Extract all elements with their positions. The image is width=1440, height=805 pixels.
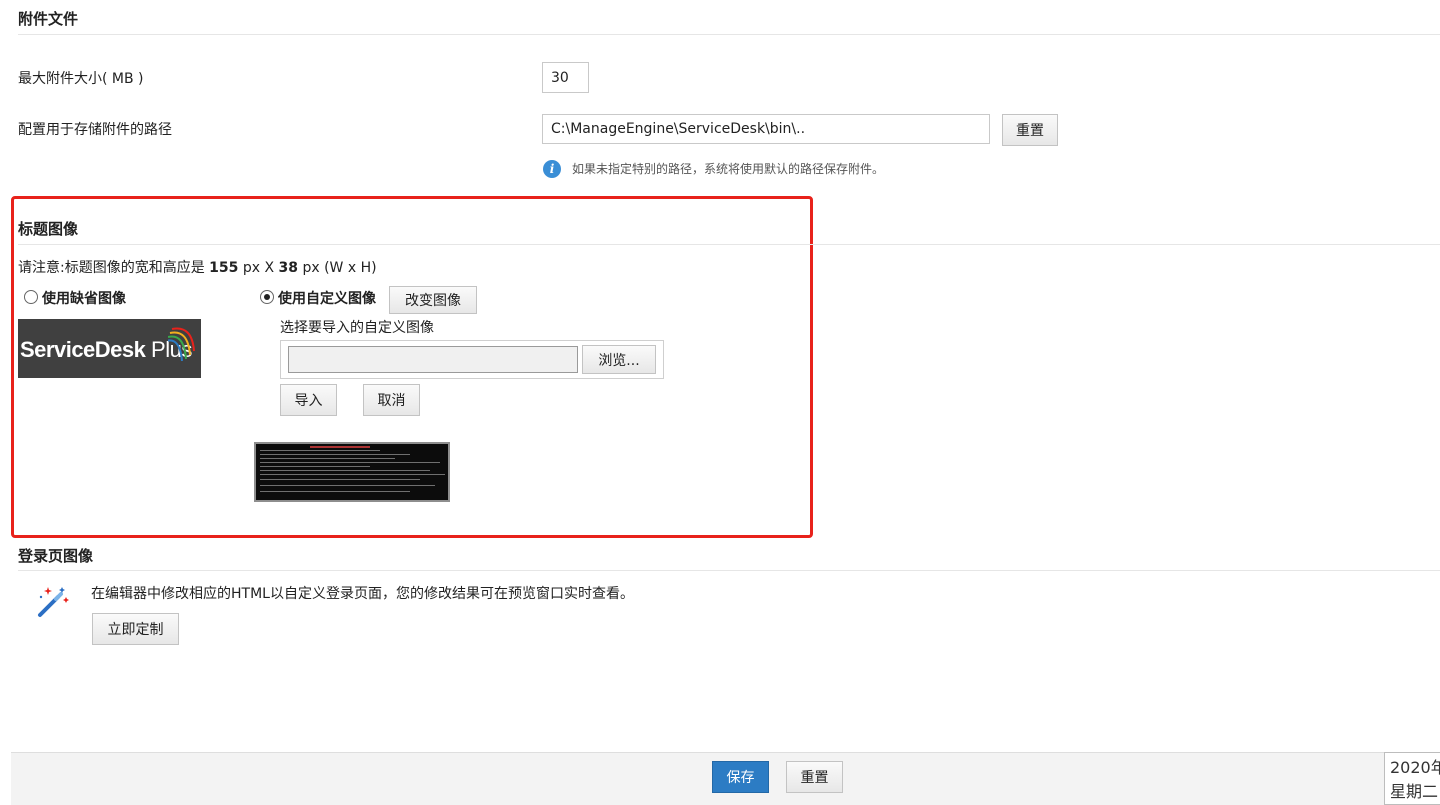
section-divider bbox=[18, 570, 1440, 571]
default-image-radio[interactable] bbox=[24, 290, 38, 304]
max-attachment-size-input[interactable] bbox=[542, 62, 589, 93]
preview-line bbox=[260, 466, 370, 467]
date-line-2: 星期二 bbox=[1390, 782, 1439, 801]
preview-line bbox=[260, 479, 420, 480]
attachments-section-title: 附件文件 bbox=[18, 10, 79, 28]
note-prefix: 请注意:标题图像的宽和高应是 bbox=[18, 260, 205, 276]
header-image-size-note: 请注意:标题图像的宽和高应是 155 px X 38 px (W x H) bbox=[18, 257, 377, 277]
logo-arc-icon bbox=[168, 327, 195, 361]
header-image-section-title: 标题图像 bbox=[18, 220, 79, 238]
section-divider bbox=[18, 244, 1440, 245]
attachment-path-label: 配置用于存储附件的路径 bbox=[18, 122, 172, 138]
note-px-x: px X bbox=[242, 260, 275, 276]
info-icon: i bbox=[543, 160, 561, 178]
save-button[interactable]: 保存 bbox=[712, 761, 769, 793]
reset-path-button[interactable]: 重置 bbox=[1002, 114, 1058, 146]
change-image-button[interactable]: 改变图像 bbox=[389, 286, 477, 314]
preview-line bbox=[260, 458, 395, 459]
reset-button[interactable]: 重置 bbox=[786, 761, 843, 793]
date-widget: 2020年 星期二 bbox=[1384, 752, 1440, 805]
customize-now-button[interactable]: 立即定制 bbox=[92, 613, 179, 645]
date-line-1: 2020年 bbox=[1390, 758, 1440, 777]
import-button[interactable]: 导入 bbox=[280, 384, 337, 416]
note-suffix: px (W x H) bbox=[302, 260, 377, 276]
default-logo-image: ServiceDesk Plus bbox=[18, 319, 201, 378]
magic-wand-icon bbox=[38, 587, 69, 617]
note-width: 155 bbox=[209, 260, 239, 276]
cancel-button[interactable]: 取消 bbox=[363, 384, 420, 416]
preview-line bbox=[260, 474, 445, 475]
custom-image-radio[interactable] bbox=[260, 290, 274, 304]
section-divider bbox=[18, 34, 1440, 35]
attachment-path-input[interactable] bbox=[542, 114, 990, 144]
max-attachment-size-label: 最大附件大小( MB ) bbox=[18, 71, 144, 87]
preview-line bbox=[260, 450, 380, 451]
attachment-path-hint: 如果未指定特别的路径，系统将使用默认的路径保存附件。 bbox=[572, 162, 885, 176]
default-image-label[interactable]: 使用缺省图像 bbox=[42, 288, 126, 308]
custom-image-preview bbox=[254, 442, 450, 502]
browse-button[interactable]: 浏览... bbox=[582, 345, 656, 374]
select-custom-image-label: 选择要导入的自定义图像 bbox=[280, 320, 434, 336]
file-path-field[interactable] bbox=[288, 346, 578, 373]
preview-line bbox=[260, 491, 410, 492]
preview-line bbox=[310, 446, 370, 448]
file-upload-box: 浏览... bbox=[280, 340, 664, 379]
note-height: 38 bbox=[278, 260, 299, 276]
login-image-section-title: 登录页图像 bbox=[18, 547, 94, 565]
preview-line bbox=[260, 454, 410, 455]
logo-text-bold: ServiceDesk bbox=[20, 337, 146, 362]
preview-line bbox=[260, 470, 430, 471]
preview-line bbox=[260, 462, 440, 463]
preview-line bbox=[260, 485, 435, 486]
custom-image-label[interactable]: 使用自定义图像 bbox=[278, 288, 376, 308]
login-image-description: 在编辑器中修改相应的HTML以自定义登录页面，您的修改结果可在预览窗口实时查看。 bbox=[91, 586, 634, 602]
logo-text: ServiceDesk Plus bbox=[20, 337, 192, 363]
